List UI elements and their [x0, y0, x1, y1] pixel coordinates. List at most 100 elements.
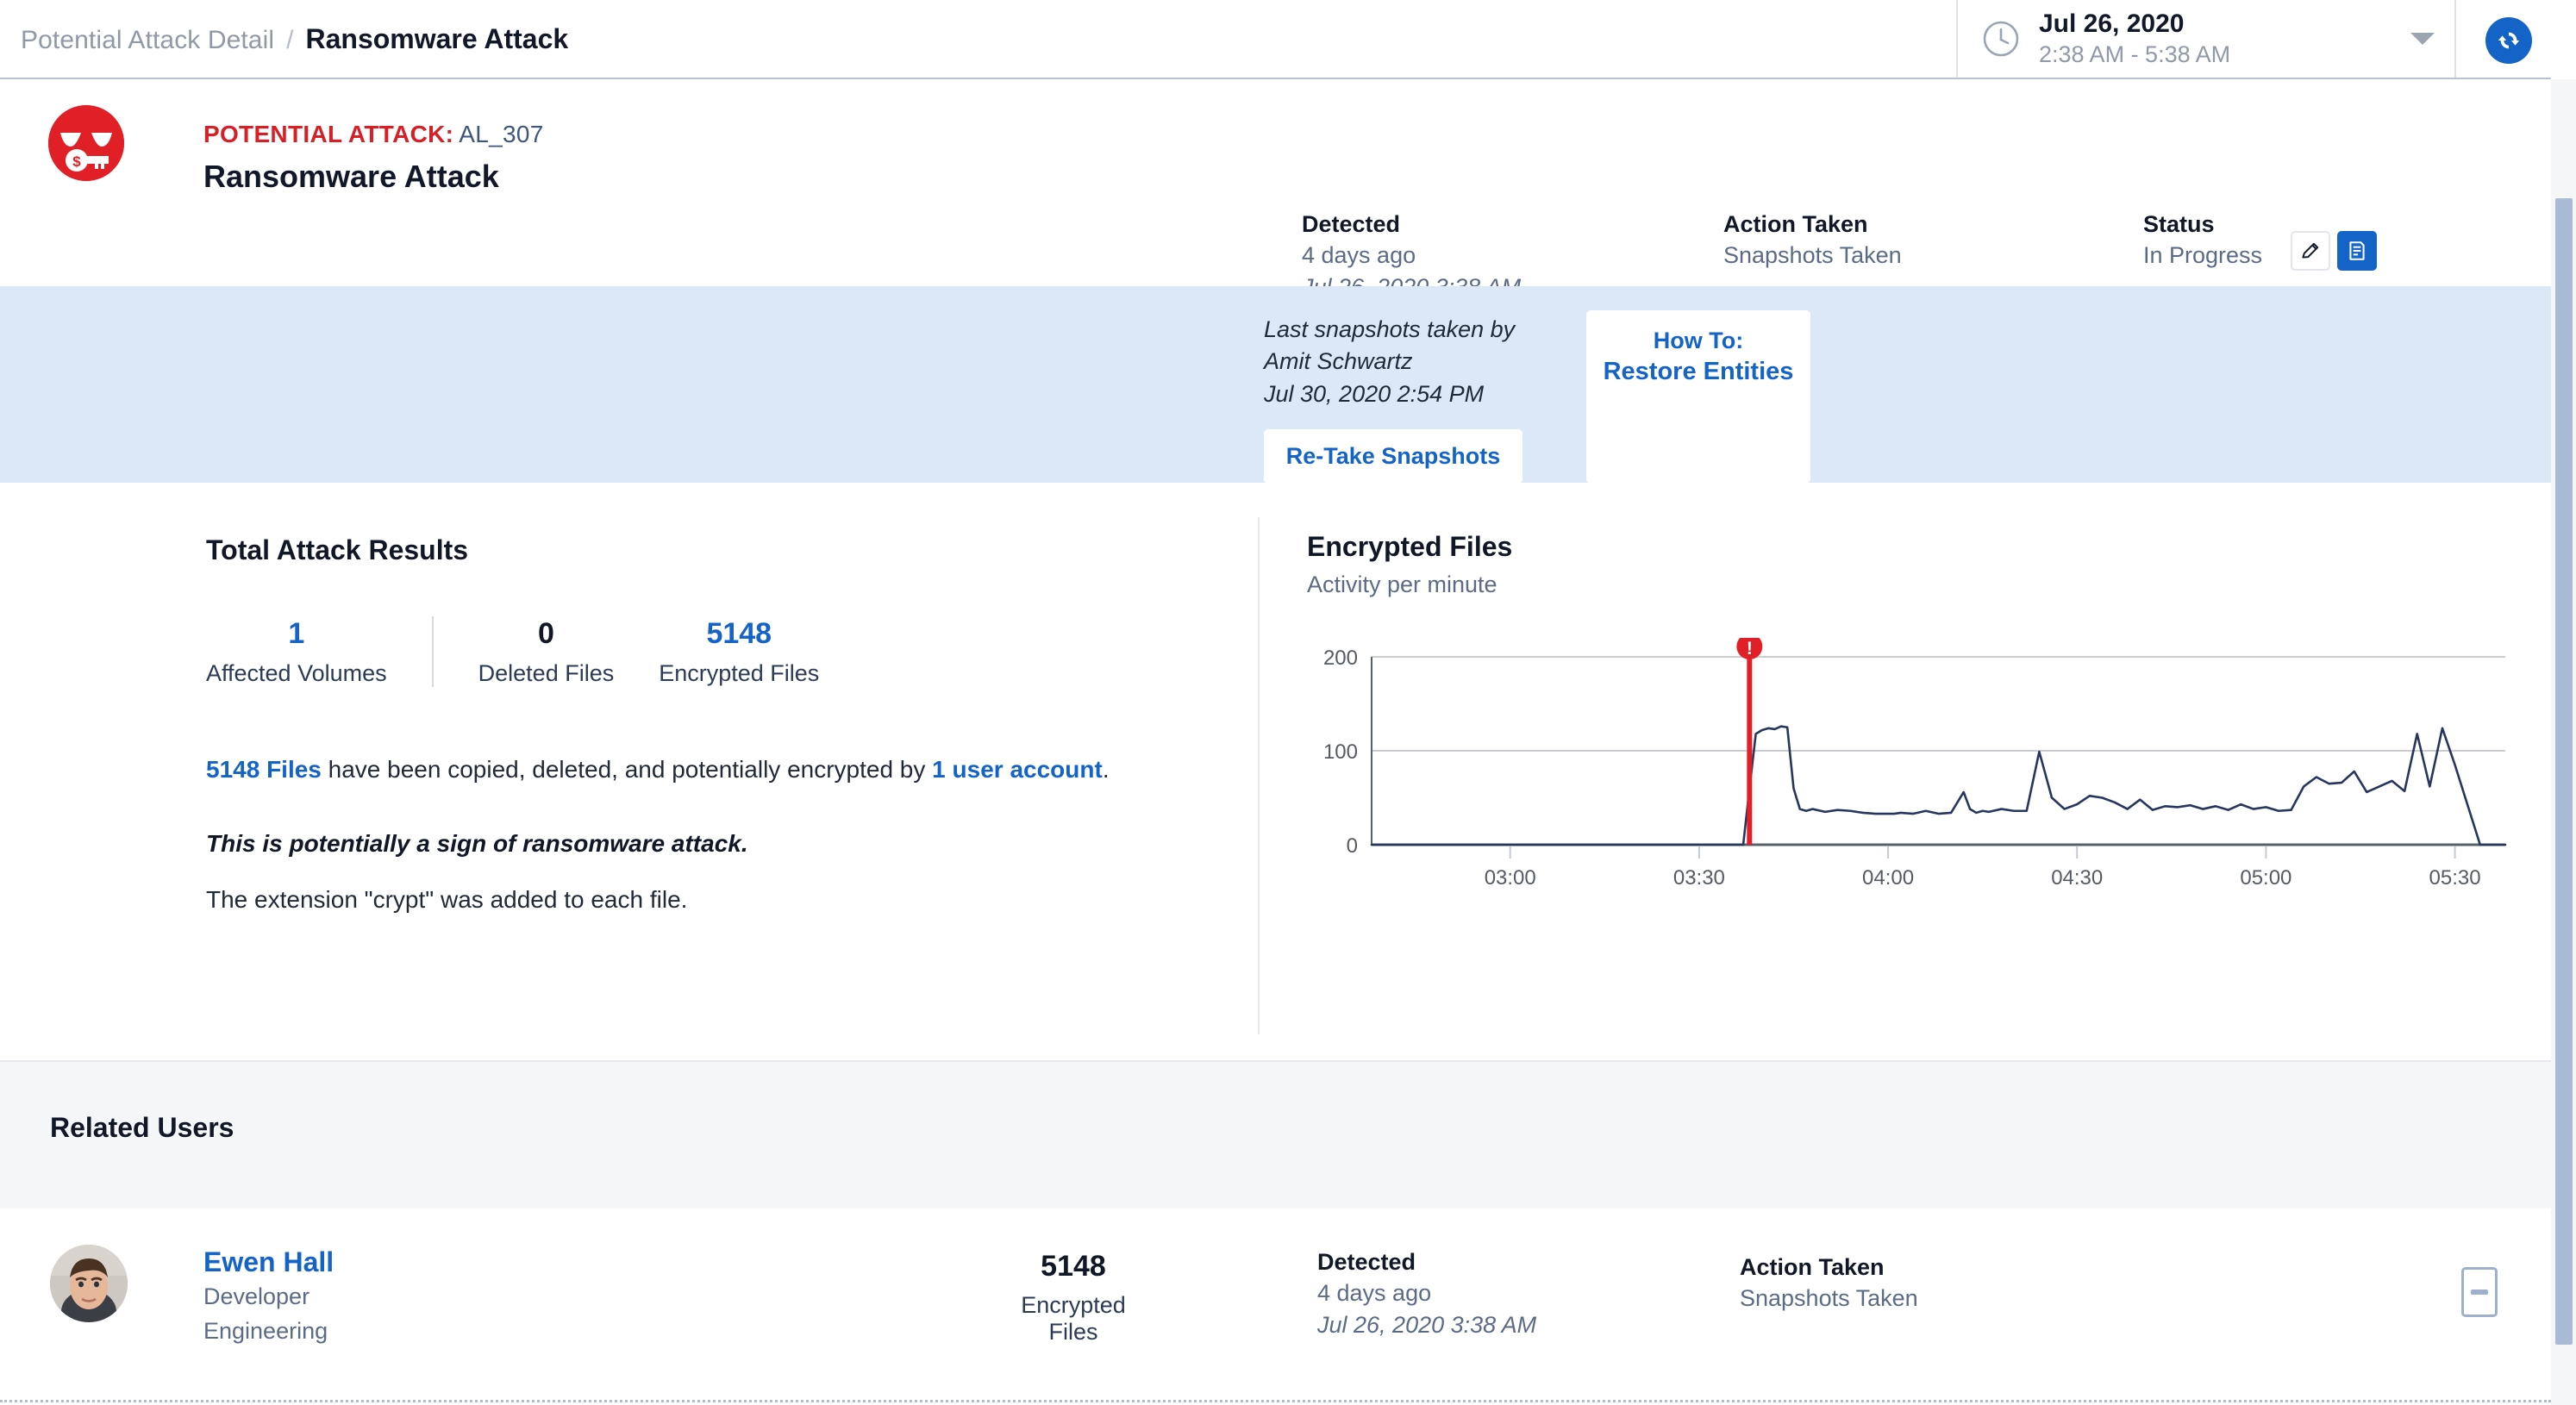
activity-line-chart: 0 100 200 03:00 03:30 04:00 04:30 05:00 05:30! — [1323, 634, 2507, 890]
files-link[interactable]: 5148 Files — [206, 756, 322, 783]
stat-deleted-files-value: 0 — [537, 617, 554, 650]
ransomware-mask-icon: $ — [48, 105, 124, 181]
user-name-link[interactable]: Ewen Hall — [203, 1246, 334, 1278]
user-detected-absolute: Jul 26, 2020 3:38 AM — [1317, 1311, 1537, 1338]
user-action-value: Snapshots Taken — [1740, 1285, 1918, 1312]
snapshot-taken-by-name: Amit Schwartz — [1264, 348, 1413, 375]
date-range-date: Jul 26, 2020 — [2039, 9, 2185, 39]
collapse-user-row-button[interactable] — [2461, 1267, 2498, 1317]
snapshot-banner-inner: Last snapshots taken by Amit Schwartz Ju… — [1264, 286, 1810, 484]
date-range-time: 2:38 AM - 5:38 AM — [2039, 41, 2231, 67]
stat-affected-volumes: 1 Affected Volumes — [206, 616, 387, 687]
potential-attack-detail-page: Potential Attack Detail / Ransomware Att… — [0, 0, 2576, 1405]
attack-stats: 1 Affected Volumes 0 Deleted Files 5148 … — [206, 616, 1258, 687]
document-notes-icon — [2349, 241, 2365, 260]
related-user-row[interactable]: Ewen Hall Developer Engineering 5148 Enc… — [0, 1208, 2551, 1402]
clock-icon — [1982, 20, 2020, 58]
chart-canvas[interactable]: 0 100 200 03:00 03:30 04:00 04:30 05:00 05:30! — [1307, 634, 2514, 896]
detected-label: Detected — [1302, 211, 1401, 237]
svg-text:0: 0 — [1347, 834, 1358, 858]
status-actions — [2291, 231, 2377, 271]
avatar — [50, 1245, 128, 1322]
svg-text:03:30: 03:30 — [1673, 866, 1725, 890]
extension-note: The extension "crypt" was added to each … — [206, 886, 688, 914]
breadcrumb-parent-link[interactable]: Potential Attack Detail — [21, 26, 274, 55]
refresh-icon — [2498, 32, 2520, 49]
how-to-action: Restore Entities — [1603, 358, 1794, 386]
user-detected-column: Detected 4 days ago Jul 26, 2020 3:38 AM — [1317, 1246, 1536, 1340]
stat-encrypted-files-value[interactable]: 5148 — [659, 616, 819, 652]
user-detected-relative: 4 days ago — [1317, 1280, 1432, 1307]
attack-header: $ POTENTIAL ATTACK: AL_307 Ransomware Att… — [0, 79, 2551, 300]
user-department: Engineering — [203, 1317, 328, 1344]
how-to-title: How To: — [1653, 328, 1744, 353]
svg-text:$: $ — [72, 153, 81, 170]
svg-text:04:00: 04:00 — [1862, 866, 1914, 890]
attack-description: 5148 Files have been copied, deleted, an… — [206, 752, 1258, 917]
chevron-down-icon — [2410, 33, 2435, 45]
status-label: Status — [2143, 211, 2215, 237]
stat-affected-volumes-label: Affected Volumes — [206, 659, 387, 686]
svg-text:100: 100 — [1323, 740, 1358, 764]
top-bar: Potential Attack Detail / Ransomware Att… — [0, 0, 2551, 79]
stat-deleted-files-label: Deleted Files — [478, 659, 615, 686]
stat-spacer — [614, 616, 659, 687]
notes-button[interactable] — [2337, 231, 2377, 271]
breadcrumb-current: Ransomware Attack — [305, 22, 569, 54]
user-role: Developer — [203, 1283, 310, 1309]
date-range-dropdown[interactable] — [2323, 31, 2435, 47]
snapshot-info: Last snapshots taken by Amit Schwartz Ju… — [1264, 286, 1522, 484]
breadcrumb-separator: / — [286, 25, 294, 54]
action-taken-column: Action Taken Snapshots Taken — [1723, 209, 1902, 272]
edit-status-button[interactable] — [2291, 231, 2330, 271]
main-content: Total Attack Results 1 Affected Volumes … — [0, 483, 2551, 1062]
description-period: . — [1102, 755, 1110, 783]
date-range-text: Jul 26, 2020 2:38 AM - 5:38 AM — [2039, 9, 2230, 69]
stat-deleted-files: 0 Deleted Files — [478, 616, 615, 687]
chart-title: Encrypted Files — [1307, 531, 1513, 562]
user-action-column: Action Taken Snapshots Taken — [1740, 1252, 1918, 1314]
potential-attack-label: POTENTIAL ATTACK: AL_307 — [203, 121, 544, 148]
attack-name: Ransomware Attack — [203, 159, 499, 194]
description-middle: have been copied, deleted, and potential… — [321, 755, 933, 783]
status-value: In Progress — [2143, 242, 2263, 269]
snapshot-taken-at: Jul 30, 2020 2:54 PM — [1264, 380, 1485, 407]
snapshot-taken-by-label: Last snapshots taken by — [1264, 316, 1516, 342]
user-encrypted-files: 5148 Encrypted Files — [996, 1250, 1151, 1346]
action-taken-label: Action Taken — [1723, 211, 1868, 237]
user-action-label: Action Taken — [1740, 1254, 1885, 1280]
potential-attack-prefix: POTENTIAL ATTACK: — [203, 121, 454, 147]
related-users-header: Related Users — [0, 1062, 2551, 1208]
potential-attack-id: AL_307 — [459, 121, 544, 147]
ransomware-warning: This is potentially a sign of ransomware… — [206, 829, 748, 857]
total-attack-results-panel: Total Attack Results 1 Affected Volumes … — [206, 534, 1258, 917]
page-scrollbar-track[interactable] — [2551, 79, 2576, 1405]
user-account-link[interactable]: 1 user account — [932, 756, 1103, 783]
warning-gap — [206, 860, 1258, 883]
user-identity: Ewen Hall Developer Engineering — [203, 1246, 334, 1346]
stat-affected-volumes-value[interactable]: 1 — [206, 616, 387, 652]
user-encrypted-files-value: 5148 — [1041, 1250, 1106, 1283]
stat-encrypted-files-label: Encrypted Files — [659, 659, 820, 686]
detected-relative: 4 days ago — [1302, 242, 1416, 269]
stat-encrypted-files: 5148 Encrypted Files — [659, 616, 819, 687]
stat-divider — [431, 616, 434, 687]
date-range-picker[interactable]: Jul 26, 2020 2:38 AM - 5:38 AM — [1956, 0, 2456, 78]
svg-text:04:30: 04:30 — [2051, 866, 2103, 890]
svg-text:200: 200 — [1323, 646, 1358, 670]
how-to-restore-entities-button[interactable]: How To: Restore Entities — [1586, 310, 1810, 484]
minus-icon — [2471, 1289, 2488, 1295]
svg-text:05:00: 05:00 — [2240, 866, 2292, 890]
description-sentence: 5148 Files have been copied, deleted, an… — [206, 752, 1258, 787]
breadcrumb: Potential Attack Detail / Ransomware Att… — [0, 23, 568, 55]
action-taken-value: Snapshots Taken — [1723, 242, 1902, 269]
snapshot-banner: Last snapshots taken by Amit Schwartz Ju… — [0, 286, 2551, 484]
retake-snapshots-button[interactable]: Re-Take Snapshots — [1264, 428, 1522, 484]
related-users-title: Related Users — [50, 1112, 234, 1143]
svg-text:03:00: 03:00 — [1485, 866, 1536, 890]
user-encrypted-files-label: Encrypted Files — [1021, 1292, 1126, 1345]
refresh-button[interactable] — [2485, 17, 2532, 64]
page-scrollbar-thumb[interactable] — [2555, 198, 2573, 1345]
total-attack-results-title: Total Attack Results — [206, 534, 469, 565]
svg-text:!: ! — [1747, 639, 1753, 659]
